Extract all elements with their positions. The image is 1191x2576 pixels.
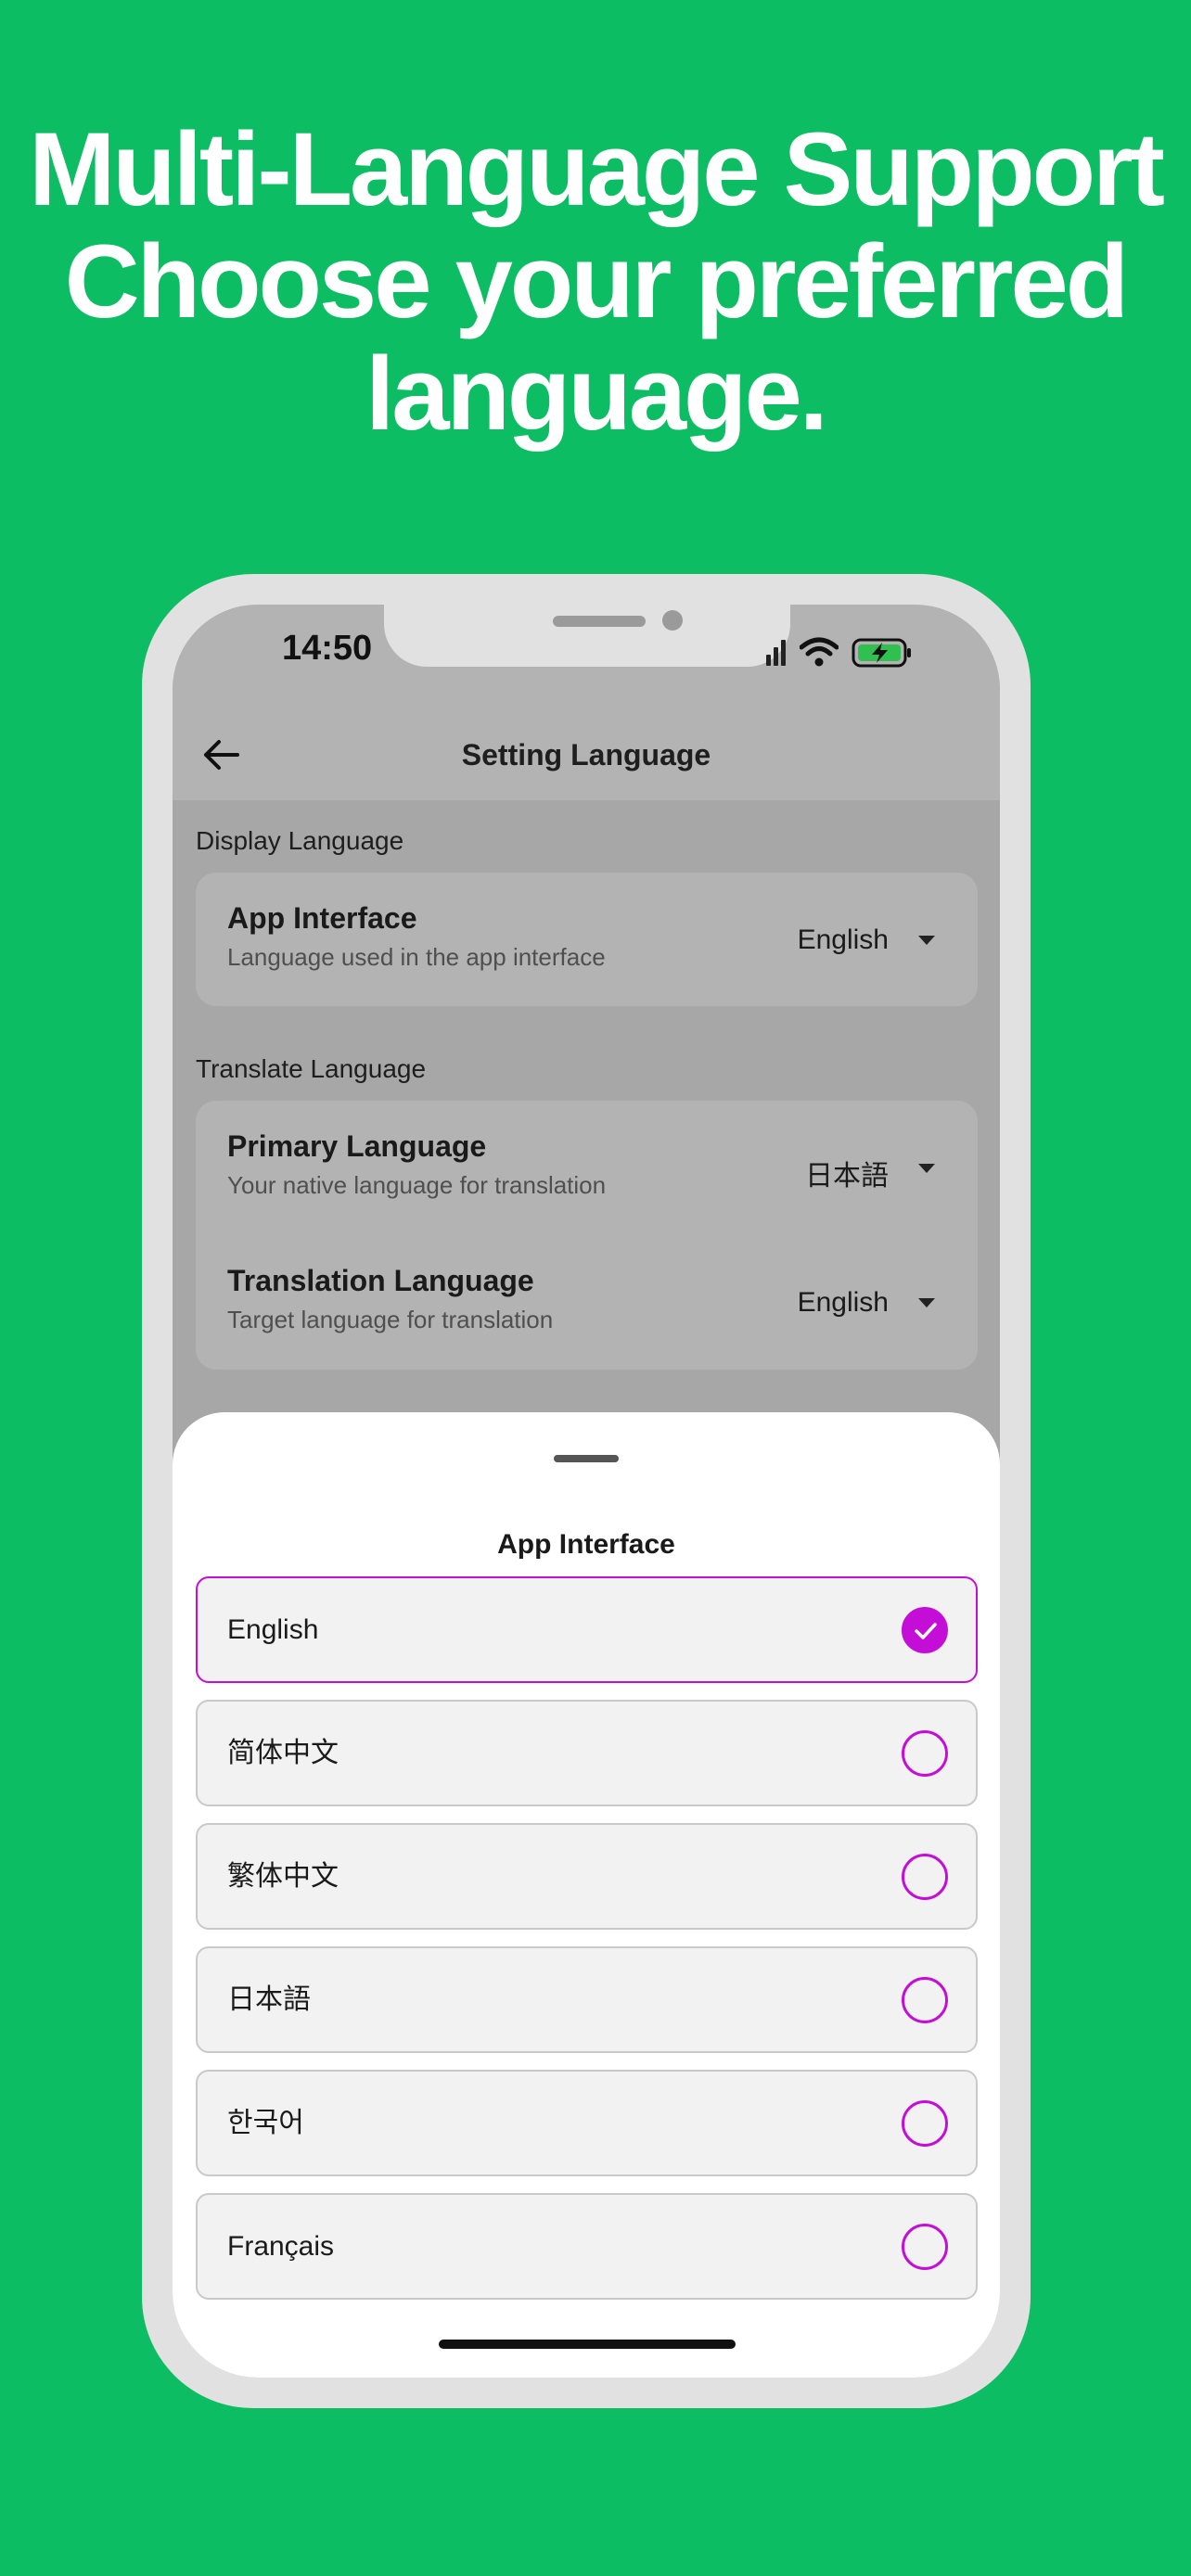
row-value: 日本語 [805, 1161, 889, 1192]
row-title: Translation Language [227, 1264, 534, 1297]
section-label-translate: Translate Language [196, 1054, 427, 1083]
checkmark-circle-icon [902, 1607, 948, 1653]
option-label: 한국어 [227, 2108, 304, 2138]
radio-empty-icon [902, 1977, 948, 2023]
radio-empty-icon [902, 1730, 948, 1777]
headline-line-3: language. [365, 336, 828, 452]
option-label: 繁体中文 [227, 1861, 339, 1892]
radio-empty-icon [902, 2224, 948, 2270]
caret-down-icon [918, 1164, 935, 1173]
option-label: 简体中文 [227, 1738, 339, 1768]
caret-down-icon [918, 1298, 935, 1307]
row-value: English [797, 925, 889, 955]
phone-frame: 14:50 Setting Language Display Language … [142, 574, 1031, 2408]
radio-empty-icon [902, 2100, 948, 2147]
headline: Multi-Language Support Choose your prefe… [0, 113, 1191, 450]
headline-line-2: Choose your preferred [64, 223, 1129, 339]
camera [662, 610, 683, 631]
notch [384, 605, 790, 667]
home-indicator [439, 2340, 736, 2349]
row-title: Primary Language [227, 1129, 487, 1163]
primary-language-row[interactable]: Primary Language Your native language fo… [196, 1101, 978, 1231]
sheet-grabber[interactable] [554, 1455, 619, 1462]
language-option-traditional-chinese[interactable]: 繁体中文 [196, 1823, 978, 1930]
phone-screen: 14:50 Setting Language Display Language … [173, 605, 1000, 2378]
row-title: App Interface [227, 901, 417, 935]
language-option-english[interactable]: English [196, 1576, 978, 1683]
sheet-title: App Interface [497, 1529, 675, 1560]
battery-charging-icon [852, 638, 911, 668]
translation-language-row[interactable]: Translation Language Target language for… [196, 1235, 978, 1365]
caret-down-icon [918, 936, 935, 945]
language-picker-sheet: App Interface English 简体中文 繁体中文 日本語 한국어 [173, 1412, 1000, 2378]
option-label: 日本語 [227, 1984, 311, 2015]
row-subtitle: Your native language for translation [227, 1171, 607, 1199]
display-language-card: App Interface Language used in the app i… [196, 873, 978, 1006]
status-time: 14:50 [282, 629, 373, 668]
row-subtitle: Target language for translation [227, 1306, 554, 1333]
language-option-simplified-chinese[interactable]: 简体中文 [196, 1700, 978, 1806]
speaker [553, 616, 646, 627]
section-label-display: Display Language [196, 826, 404, 855]
language-option-french[interactable]: Français [196, 2193, 978, 2300]
language-option-korean[interactable]: 한국어 [196, 2070, 978, 2176]
option-label: Français [227, 2231, 335, 2262]
row-subtitle: Language used in the app interface [227, 943, 606, 971]
page-title: Setting Language [461, 738, 711, 772]
wifi-icon [800, 637, 839, 667]
radio-empty-icon [902, 1854, 948, 1900]
cellular-icon [766, 640, 786, 666]
app-interface-row[interactable]: App Interface Language used in the app i… [196, 873, 978, 1002]
language-option-japanese[interactable]: 日本語 [196, 1946, 978, 2053]
row-value: English [797, 1287, 889, 1318]
option-label: English [227, 1614, 319, 1645]
translate-language-card: Primary Language Your native language fo… [196, 1101, 978, 1370]
headline-line-1: Multi-Language Support [29, 111, 1165, 227]
